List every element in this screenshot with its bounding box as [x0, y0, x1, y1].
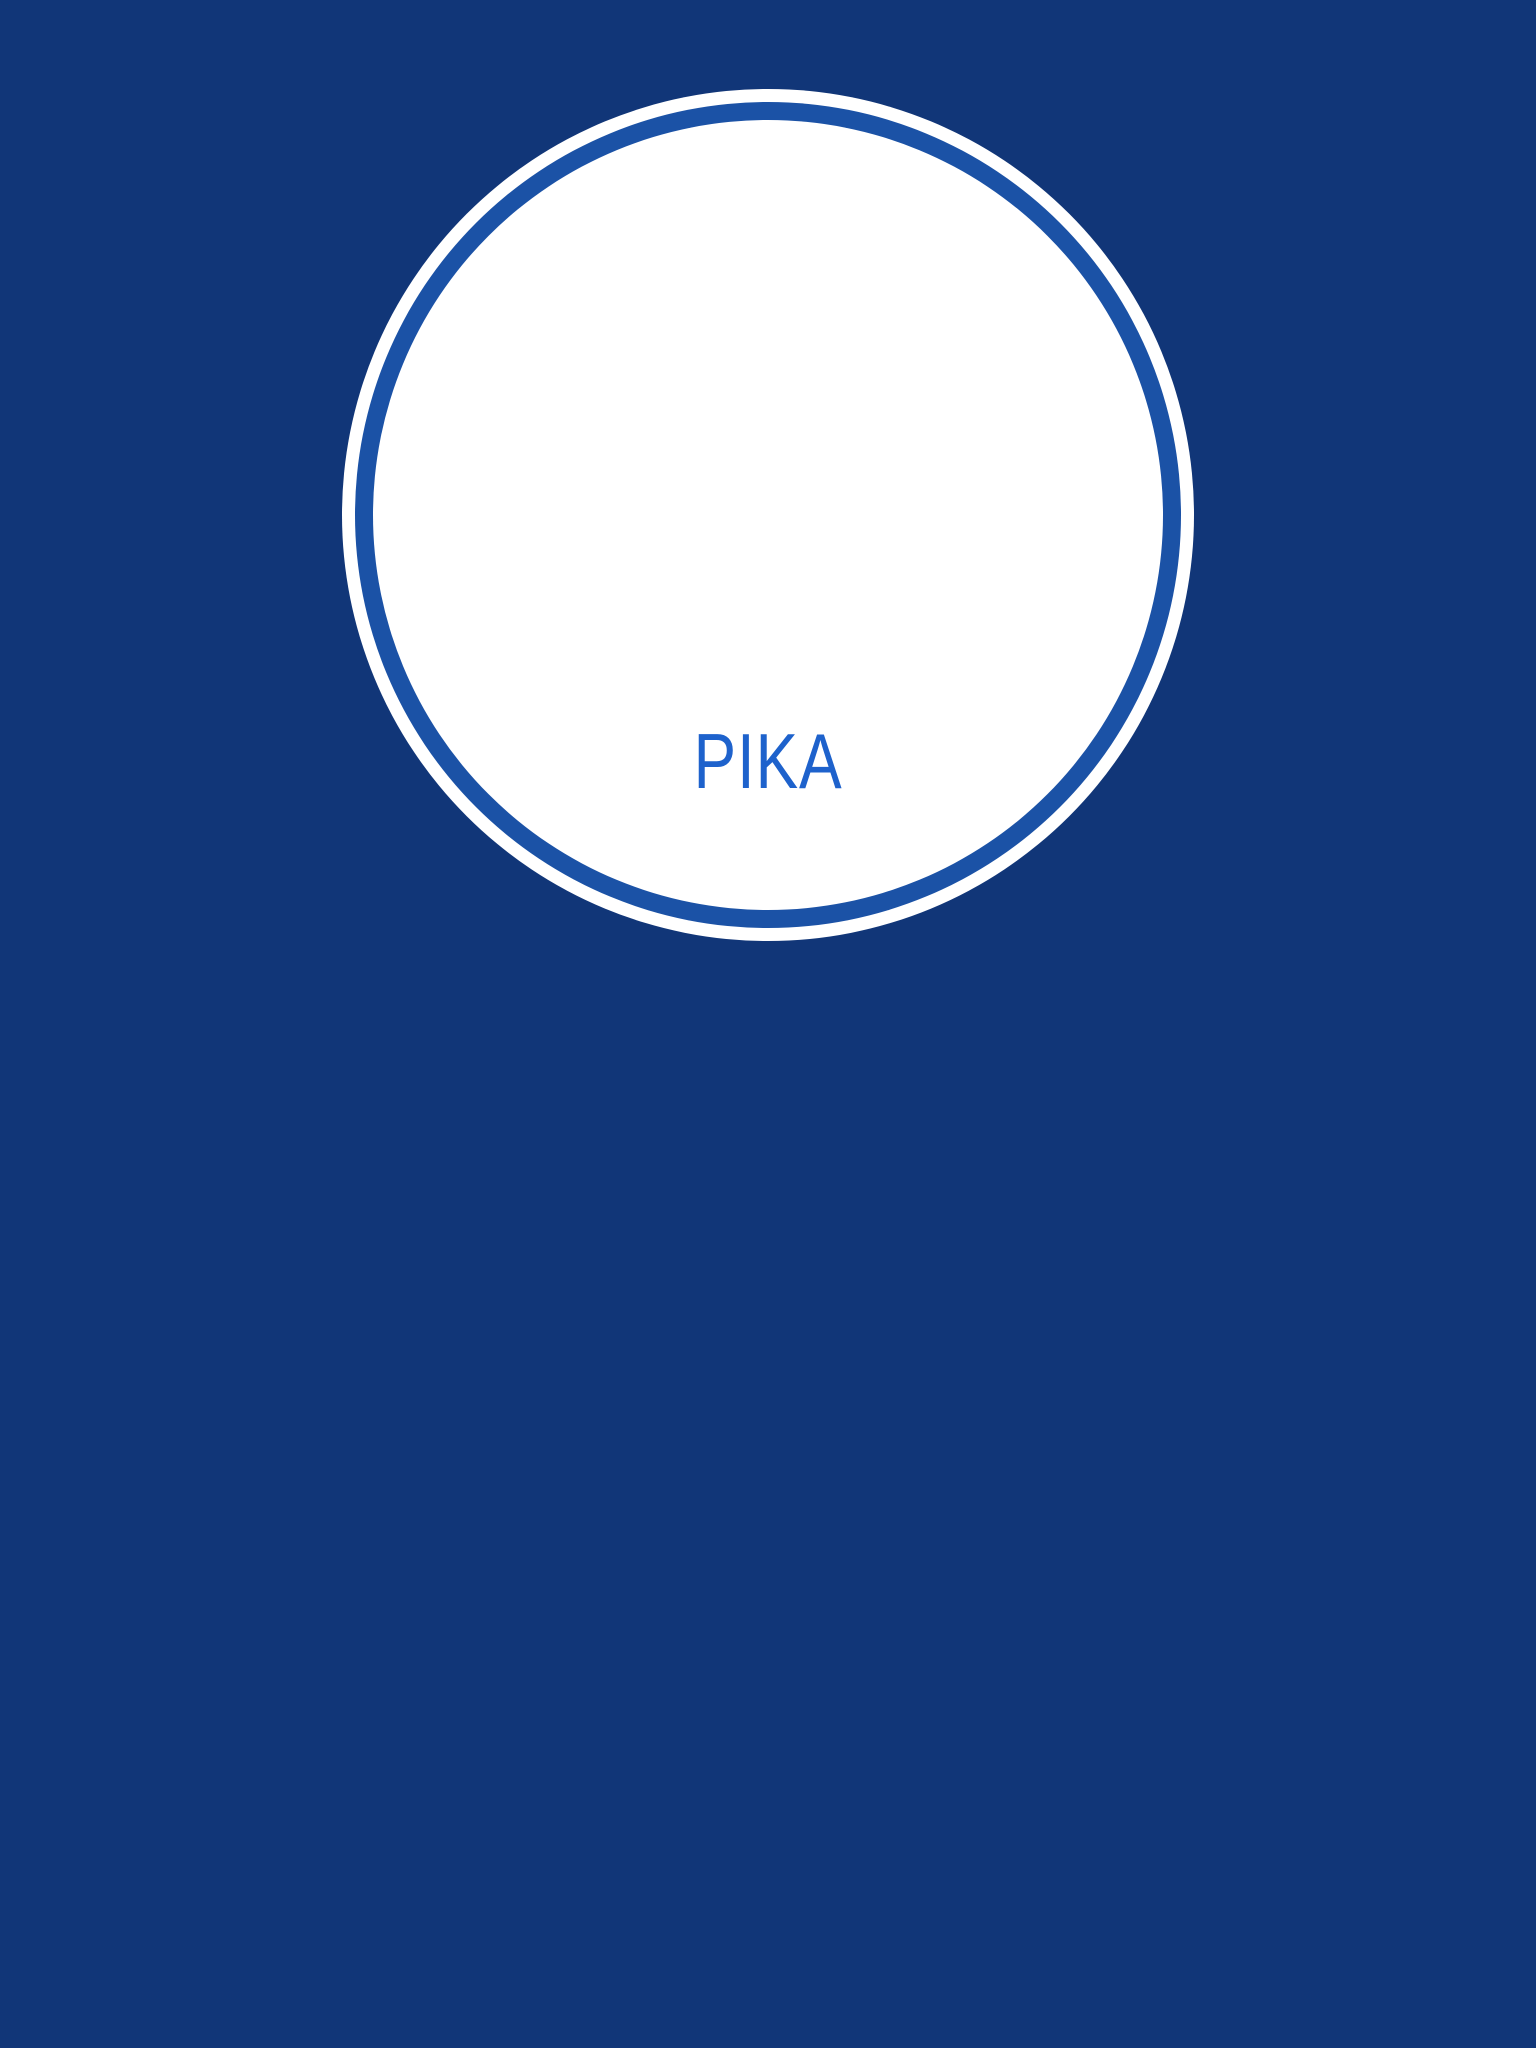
- badge-label: PIKA: [693, 717, 843, 805]
